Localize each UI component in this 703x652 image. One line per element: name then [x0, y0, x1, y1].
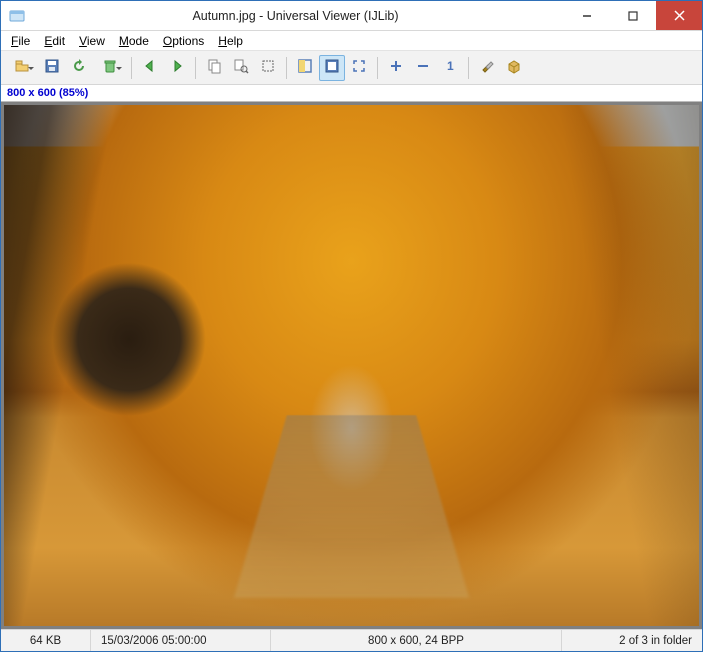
prev-icon — [142, 58, 158, 77]
minimize-button[interactable] — [564, 1, 610, 30]
tools-icon — [479, 58, 495, 77]
menu-edit[interactable]: Edit — [38, 33, 71, 49]
save-icon — [44, 58, 60, 77]
app-icon — [7, 6, 27, 26]
fit-window-button[interactable] — [292, 55, 318, 81]
actual-size-button[interactable]: 1 — [437, 55, 463, 81]
tools-button[interactable] — [474, 55, 500, 81]
menu-options[interactable]: Options — [157, 33, 210, 49]
window-controls — [564, 1, 702, 30]
window-title: Autumn.jpg - Universal Viewer (IJLib) — [27, 9, 564, 23]
toolbar: 1 — [1, 51, 702, 85]
zoom-button[interactable] — [228, 55, 254, 81]
statusbar: 64 KB 15/03/2006 05:00:00 800 x 600, 24 … — [1, 629, 702, 651]
copy-button[interactable] — [201, 55, 227, 81]
next-icon — [169, 58, 185, 77]
minus-icon — [415, 58, 431, 77]
open-button[interactable] — [5, 55, 38, 81]
delete-button[interactable] — [93, 55, 126, 81]
menu-file[interactable]: File — [5, 33, 36, 49]
box-icon — [506, 58, 522, 77]
one-icon: 1 — [442, 58, 458, 77]
menu-view[interactable]: View — [73, 33, 111, 49]
close-button[interactable] — [656, 1, 702, 30]
plus-icon — [388, 58, 404, 77]
open-icon — [14, 58, 30, 77]
fit-image-icon — [324, 58, 340, 77]
displayed-image — [4, 105, 699, 626]
reload-icon — [71, 58, 87, 77]
zoom-in-button[interactable] — [383, 55, 409, 81]
prev-button[interactable] — [137, 55, 163, 81]
plugins-button[interactable] — [501, 55, 527, 81]
maximize-button[interactable] — [610, 1, 656, 30]
image-viewport[interactable] — [1, 101, 702, 629]
menu-mode[interactable]: Mode — [113, 33, 155, 49]
fit-image-button[interactable] — [319, 55, 345, 81]
status-dimensions: 800 x 600, 24 BPP — [271, 630, 562, 651]
reload-button[interactable] — [66, 55, 92, 81]
fullscreen-icon — [351, 58, 367, 77]
select-button[interactable] — [255, 55, 281, 81]
status-datetime: 15/03/2006 05:00:00 — [91, 630, 271, 651]
svg-text:1: 1 — [447, 59, 454, 73]
zoom-out-button[interactable] — [410, 55, 436, 81]
menu-help[interactable]: Help — [212, 33, 249, 49]
fullscreen-button[interactable] — [346, 55, 372, 81]
status-folder-position: 2 of 3 in folder — [562, 630, 702, 651]
copy-icon — [206, 58, 222, 77]
image-info-overlay: 800 x 600 (85%) — [1, 85, 702, 101]
select-icon — [260, 58, 276, 77]
zoom-icon — [233, 58, 249, 77]
delete-icon — [102, 58, 118, 77]
save-button[interactable] — [39, 55, 65, 81]
fit-window-icon — [297, 58, 313, 77]
status-filesize: 64 KB — [1, 630, 91, 651]
menubar: File Edit View Mode Options Help — [1, 31, 702, 51]
titlebar: Autumn.jpg - Universal Viewer (IJLib) — [1, 1, 702, 31]
next-button[interactable] — [164, 55, 190, 81]
